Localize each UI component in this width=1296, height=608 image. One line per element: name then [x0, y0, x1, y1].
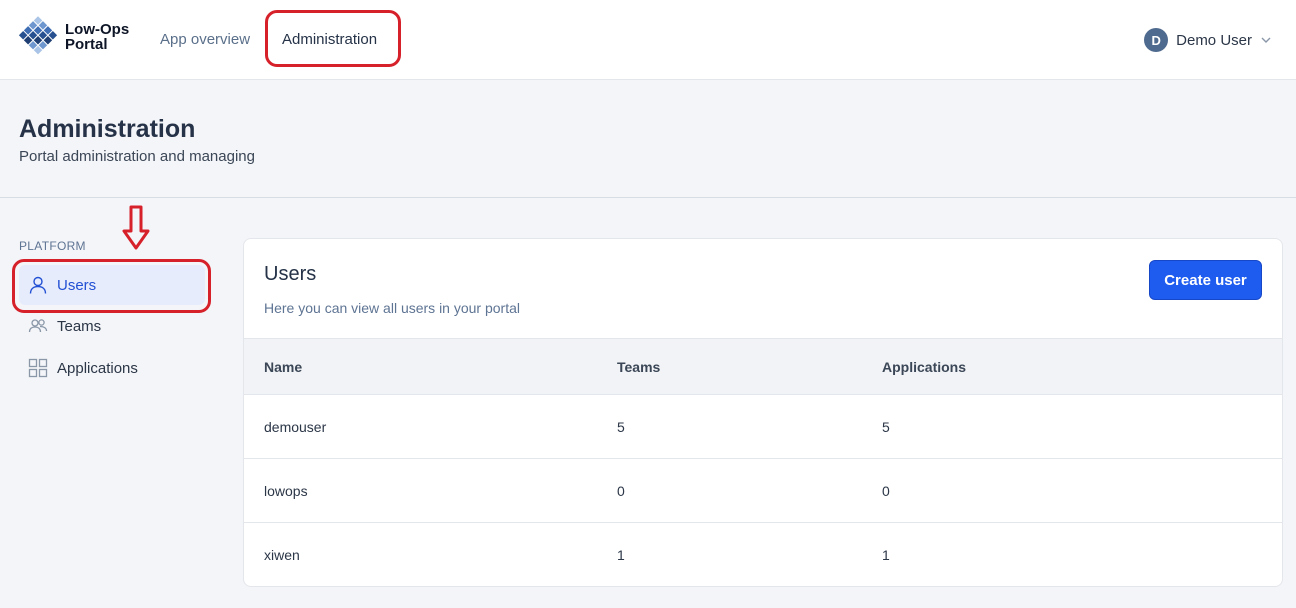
sidebar-section-label: PLATFORM	[19, 239, 86, 253]
table-header: Name Teams Applications	[244, 338, 1282, 395]
annotation-circle-administration	[265, 10, 401, 67]
low-ops-logo-icon[interactable]	[18, 16, 58, 56]
column-header-applications[interactable]: Applications	[882, 359, 966, 375]
cell-name: lowops	[264, 483, 308, 499]
create-user-button[interactable]: Create user	[1149, 260, 1262, 300]
annotation-arrow-down-icon	[122, 205, 150, 250]
table-row[interactable]: lowops 0 0	[244, 459, 1282, 523]
sidebar-item-applications[interactable]: Applications	[19, 348, 205, 388]
teams-icon	[28, 319, 48, 333]
chevron-down-icon	[1261, 37, 1271, 43]
table-row[interactable]: demouser 5 5	[244, 395, 1282, 459]
cell-teams: 1	[617, 547, 625, 563]
column-header-name[interactable]: Name	[264, 359, 302, 375]
cell-teams: 5	[617, 419, 625, 435]
cell-name: xiwen	[264, 547, 300, 563]
sidebar-item-label: Teams	[57, 317, 102, 335]
cell-applications: 0	[882, 483, 890, 499]
brand-name: Low-Ops Portal	[65, 22, 129, 52]
cell-name: demouser	[264, 419, 327, 435]
page-title: Administration	[19, 115, 196, 143]
brand-line-1: Low-Ops	[65, 21, 130, 38]
column-header-teams[interactable]: Teams	[617, 359, 660, 375]
user-menu[interactable]: D Demo User	[1144, 28, 1272, 52]
card-title: Users	[264, 263, 317, 285]
cell-teams: 0	[617, 483, 625, 499]
sidebar-item-label: Applications	[57, 359, 138, 377]
avatar: D	[1144, 28, 1169, 52]
grid-icon	[28, 358, 48, 378]
nav-app-overview[interactable]: App overview	[160, 31, 250, 48]
user-name: Demo User	[1176, 31, 1252, 49]
annotation-circle-users	[12, 259, 211, 313]
page-subtitle: Portal administration and managing	[19, 148, 255, 165]
cell-applications: 5	[882, 419, 890, 435]
users-card: Users Here you can view all users in you…	[243, 238, 1283, 587]
sidebar-item-teams[interactable]: Teams	[19, 306, 205, 346]
table-row[interactable]: xiwen 1 1	[244, 523, 1282, 586]
top-navbar: Low-Ops Portal App overview Administrati…	[0, 0, 1296, 80]
header-divider	[0, 197, 1296, 198]
brand-line-2: Portal	[65, 36, 108, 53]
card-subtitle: Here you can view all users in your port…	[264, 300, 521, 316]
cell-applications: 1	[882, 547, 890, 563]
